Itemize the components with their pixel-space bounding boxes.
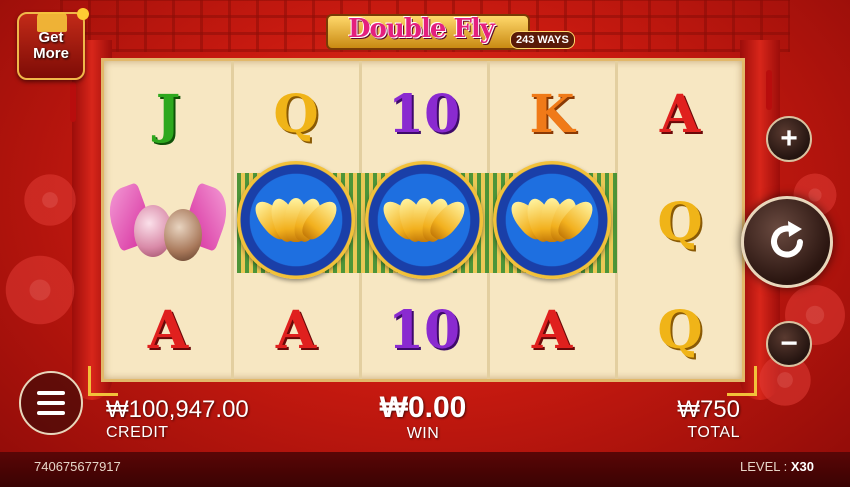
decrease-bet-button[interactable]: −: [766, 321, 812, 367]
game-title: Double Fly: [348, 14, 495, 44]
ways-badge: 243 WAYS: [510, 31, 575, 49]
level-label: LEVEL :: [740, 459, 788, 474]
lotus-symbol: [493, 161, 611, 279]
frame-corner: [88, 366, 118, 396]
refresh-icon: [771, 221, 803, 258]
lotus-symbol: [365, 161, 483, 279]
flower-decoration: [0, 250, 80, 330]
lotus-icon: [249, 192, 343, 248]
level-indicator: LEVEL : X30: [740, 459, 814, 474]
get-more-label-line2: More: [33, 45, 69, 62]
total-value: ₩750: [677, 396, 740, 423]
mandarin-ducks-symbol: [100, 169, 236, 277]
menu-button[interactable]: [19, 371, 83, 435]
reel-cell: Q: [232, 61, 360, 169]
spin-button[interactable]: [726, 196, 833, 288]
credit-label: CREDIT: [106, 424, 169, 441]
symbol-10: 10: [387, 84, 461, 145]
plus-icon: +: [780, 122, 798, 155]
game-logo: Double Fly 243 WAYS: [318, 4, 575, 56]
symbol-K: K: [529, 84, 575, 145]
get-more-button[interactable]: Get More: [17, 8, 89, 80]
symbol-Q: Q: [273, 84, 319, 145]
symbol-A: A: [147, 300, 189, 361]
minus-icon: −: [780, 327, 798, 360]
lotus-icon: [377, 192, 471, 248]
tassel-decoration: [766, 70, 772, 110]
symbol-Q: Q: [657, 300, 703, 361]
reel-cell: A: [232, 277, 360, 385]
win-label: WIN: [406, 425, 440, 442]
increase-bet-button[interactable]: +: [766, 116, 812, 162]
total-label: TOTAL: [687, 424, 740, 441]
reel-cell: 10: [360, 277, 488, 385]
flower-decoration: [20, 170, 80, 230]
lotus-symbol: [237, 161, 355, 279]
tassel-decoration: [70, 82, 76, 122]
get-more-label-line1: Get: [38, 29, 64, 46]
win-display: ₩0.00 WIN: [370, 391, 476, 443]
reel-cell: K: [488, 61, 616, 169]
notification-dot: [77, 8, 89, 20]
reel-cell: A: [488, 277, 616, 385]
round-id: 740675677917: [34, 459, 121, 474]
reel-cell: A: [616, 61, 744, 169]
duck-shape: [164, 209, 202, 261]
level-value: X30: [790, 459, 814, 474]
total-bet-display[interactable]: ₩750 TOTAL: [668, 396, 740, 442]
lotus-icon: [505, 192, 599, 248]
credit-display: ₩100,947.00 CREDIT: [106, 396, 249, 442]
reel-cell: Q: [616, 169, 744, 277]
reel-cell: Q: [616, 277, 744, 385]
symbol-Q: Q: [657, 192, 703, 253]
reel-cell: J: [104, 61, 232, 169]
symbol-10: 10: [387, 300, 461, 361]
symbol-A: A: [531, 300, 573, 361]
reel-cell: 10: [360, 61, 488, 169]
reel-cell: A: [104, 277, 232, 385]
symbol-A: A: [275, 300, 317, 361]
symbol-A: A: [659, 84, 701, 145]
hamburger-icon: [37, 391, 65, 395]
footer-bar: 740675677917 LEVEL : X30: [0, 452, 850, 487]
reel-area: J Q 10 K A Q A A 10 A Q: [100, 58, 745, 385]
win-value: ₩0.00: [379, 391, 467, 424]
frame-corner: [727, 366, 757, 396]
symbol-J: J: [155, 84, 181, 145]
credit-value: ₩100,947.00: [106, 396, 249, 423]
